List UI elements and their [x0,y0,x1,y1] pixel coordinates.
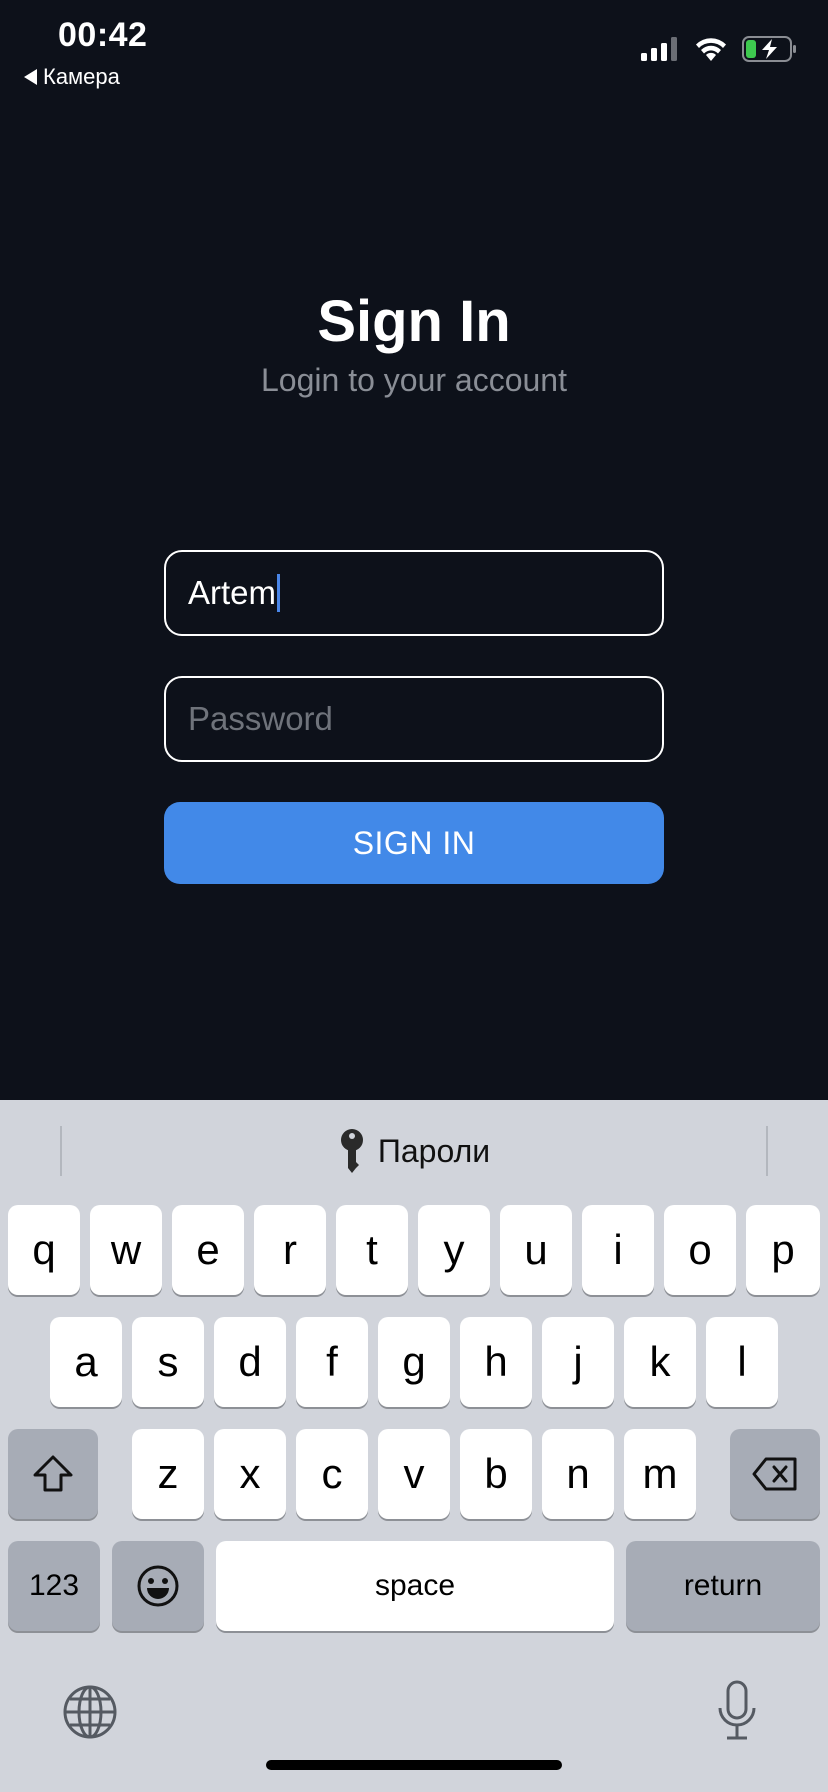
key-n[interactable]: n [542,1429,614,1519]
numbers-key[interactable]: 123 [8,1541,100,1631]
microphone-icon[interactable] [714,1680,760,1742]
backspace-icon [752,1457,797,1491]
shift-icon [33,1455,73,1492]
emoji-icon [137,1565,179,1607]
status-time: 00:42 [58,16,148,54]
key-o[interactable]: o [664,1205,736,1295]
key-p[interactable]: p [746,1205,820,1295]
key-r[interactable]: r [254,1205,326,1295]
key-f[interactable]: f [296,1317,368,1407]
key-b[interactable]: b [460,1429,532,1519]
key-d[interactable]: d [214,1317,286,1407]
key-v[interactable]: v [378,1429,450,1519]
shift-key[interactable] [8,1429,98,1519]
back-to-app-link[interactable]: Камера [24,64,120,90]
key-i[interactable]: i [582,1205,654,1295]
back-arrow-icon [24,69,37,85]
back-app-label: Камера [43,64,120,89]
status-bar: 00:42 Камера [0,0,828,100]
key-m[interactable]: m [624,1429,696,1519]
passwords-suggestion[interactable]: Пароли [0,1126,828,1176]
wifi-icon [696,38,726,61]
password-placeholder: Password [188,700,333,737]
key-x[interactable]: x [214,1429,286,1519]
key-w[interactable]: w [90,1205,162,1295]
space-key[interactable]: space [216,1541,614,1631]
sign-in-button[interactable]: SIGN IN [164,802,664,884]
username-value: Artem [188,574,277,611]
key-y[interactable]: y [418,1205,490,1295]
key-k[interactable]: k [624,1317,696,1407]
passwords-label: Пароли [377,1132,491,1169]
key-e[interactable]: e [172,1205,244,1295]
key-c[interactable]: c [296,1429,368,1519]
key-j[interactable]: j [542,1317,614,1407]
status-icons [640,36,798,62]
key-g[interactable]: g [378,1317,450,1407]
username-input[interactable]: Artem [164,550,664,636]
key-h[interactable]: h [460,1317,532,1407]
emoji-key[interactable] [112,1541,204,1631]
key-l[interactable]: l [706,1317,778,1407]
text-cursor [277,574,281,612]
cellular-signal-icon [641,37,677,61]
keyboard-suggestion-bar: Пароли [0,1100,828,1200]
key-z[interactable]: z [132,1429,204,1519]
battery-charging-icon [742,36,796,62]
key-s[interactable]: s [132,1317,204,1407]
key-a[interactable]: a [50,1317,122,1407]
key-t[interactable]: t [336,1205,408,1295]
return-key[interactable]: return [626,1541,820,1631]
password-input[interactable]: Password [164,676,664,762]
backspace-key[interactable] [730,1429,820,1519]
key-q[interactable]: q [8,1205,80,1295]
key-u[interactable]: u [500,1205,572,1295]
globe-icon[interactable] [62,1684,118,1740]
key-icon [340,1129,363,1173]
page-subtitle: Login to your account [261,362,567,398]
page-title: Sign In [317,289,511,354]
home-indicator[interactable] [266,1760,562,1770]
